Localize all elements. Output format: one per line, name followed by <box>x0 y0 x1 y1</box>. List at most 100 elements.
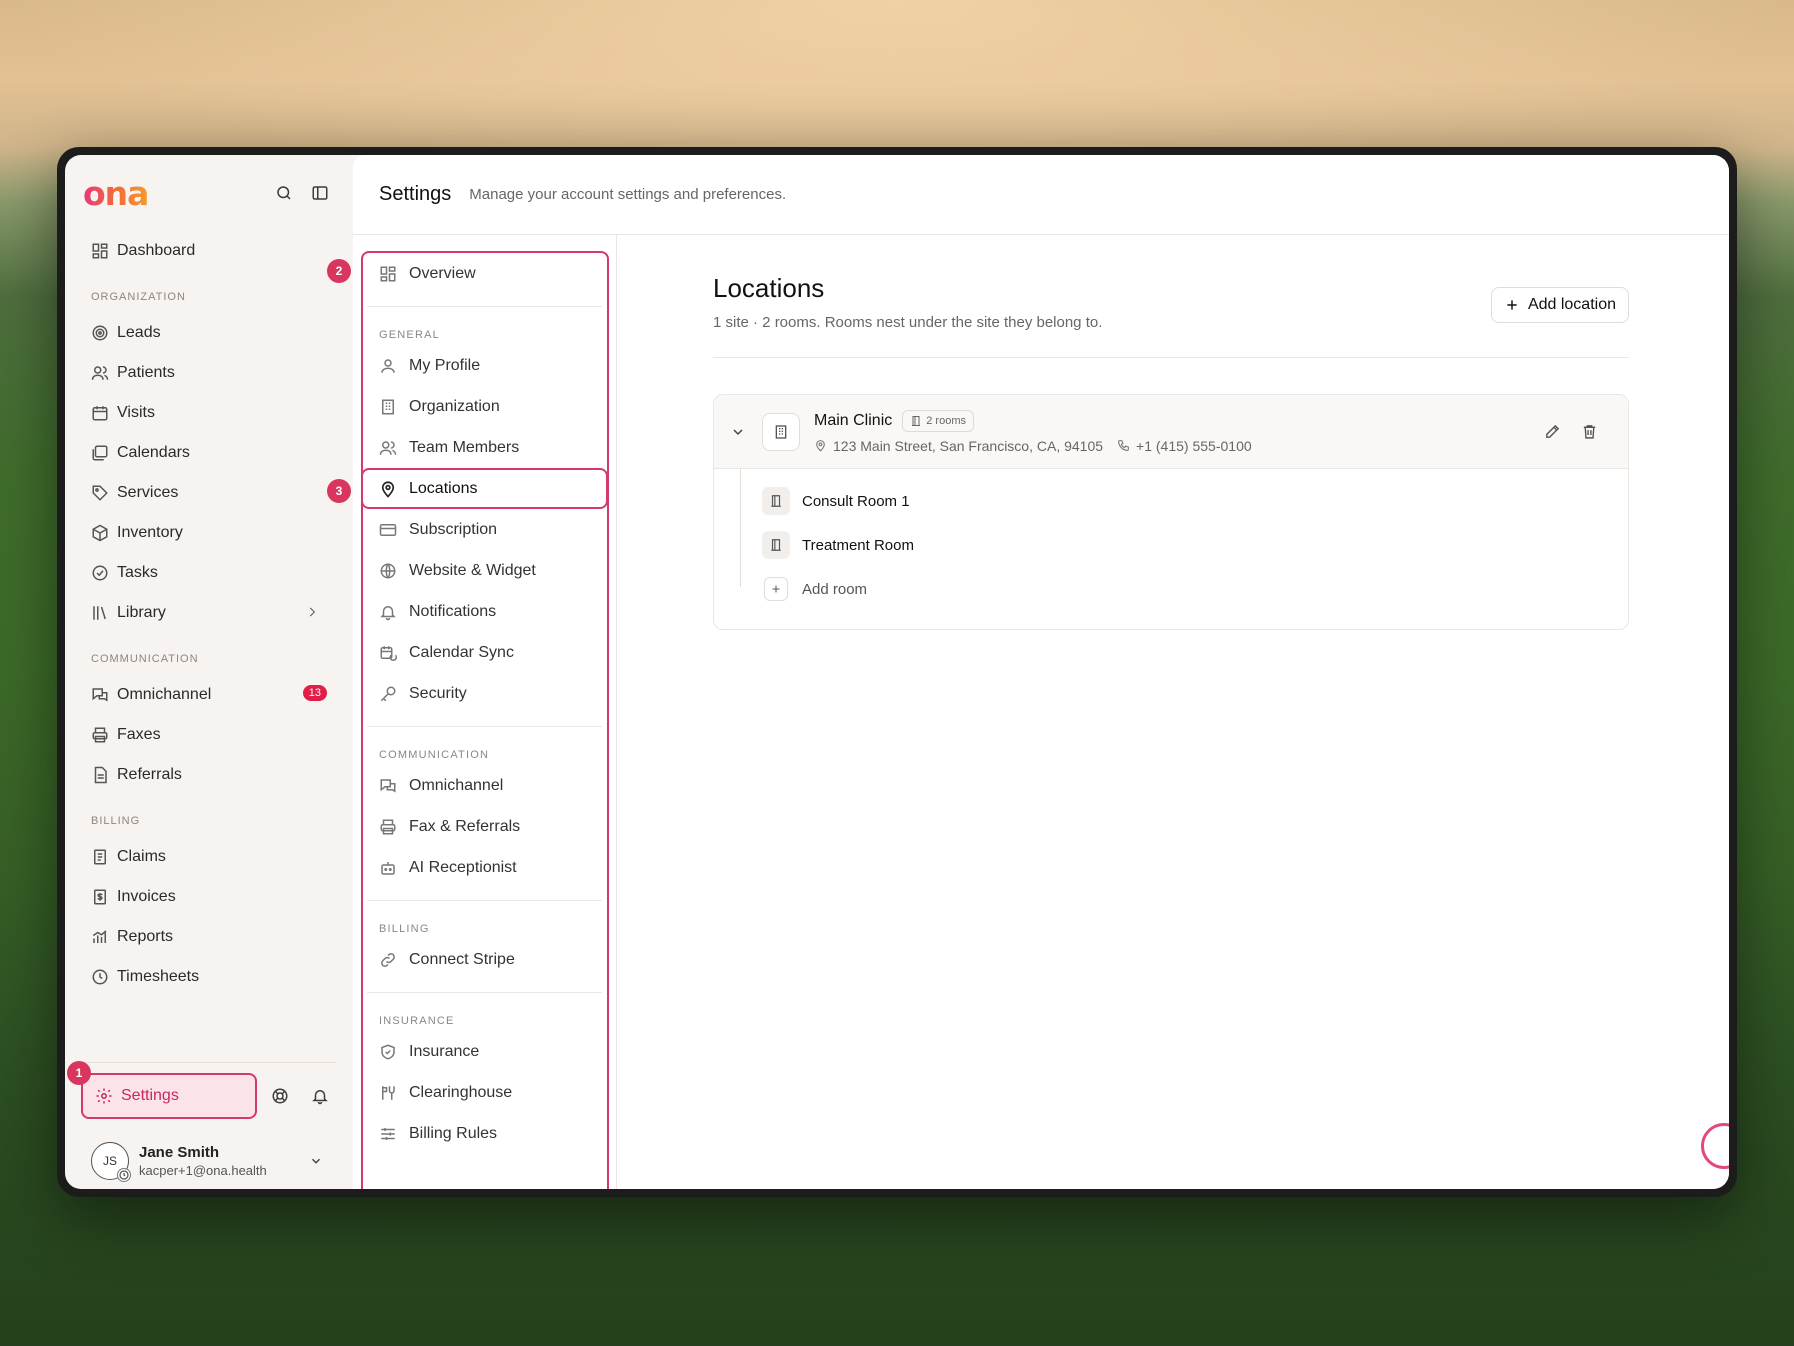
room-item[interactable]: Treatment Room <box>714 523 1628 567</box>
door-icon <box>910 415 922 427</box>
locations-header: Locations 1 site · 2 rooms. Rooms nest u… <box>713 273 1629 358</box>
room-item[interactable]: Consult Room 1 <box>714 479 1628 523</box>
settings-nav-label: Subscription <box>409 520 498 538</box>
settings-nav-subscription[interactable]: Subscription <box>367 509 602 550</box>
nav-item-leads[interactable]: Leads <box>81 313 337 353</box>
nav-label: Timesheets <box>117 968 200 985</box>
invoice-icon <box>91 888 109 906</box>
settings-nav-label: Security <box>409 684 467 702</box>
settings-nav-locations[interactable]: Locations <box>361 468 608 509</box>
door-icon <box>762 531 790 559</box>
nav-section-communication: COMMUNICATION <box>91 653 199 665</box>
status-clock-icon <box>117 1168 131 1182</box>
settings-body: Overview GENERAL My Profile Organization <box>353 235 1729 1189</box>
nav-item-services[interactable]: Services <box>81 473 337 513</box>
settings-nav-fax-referrals[interactable]: Fax & Referrals <box>367 806 602 847</box>
add-room-button[interactable]: Add room <box>714 567 1628 611</box>
settings-nav-ai-receptionist[interactable]: AI Receptionist <box>367 847 602 888</box>
trash-icon[interactable] <box>1581 423 1598 440</box>
nav-item-invoices[interactable]: Invoices <box>81 877 337 917</box>
location-card: Main Clinic 2 rooms 123 Main Street, San… <box>713 394 1629 630</box>
step-marker-2: 2 <box>327 259 351 283</box>
ona-logo[interactable]: ona <box>83 174 149 213</box>
building-icon <box>379 398 397 416</box>
building-icon <box>762 412 800 451</box>
search-icon[interactable] <box>275 184 293 202</box>
robot-icon <box>379 859 397 877</box>
gear-icon <box>95 1087 113 1105</box>
page-subtitle: Manage your account settings and prefere… <box>469 186 787 203</box>
chevron-down-icon[interactable] <box>309 1154 323 1168</box>
shield-icon <box>379 1043 397 1061</box>
add-location-label: Add location <box>1527 296 1616 313</box>
settings-nav-security[interactable]: Security <box>367 673 602 714</box>
overview-icon <box>379 265 397 283</box>
nav-section-organization: ORGANIZATION <box>91 291 186 303</box>
bell-icon[interactable] <box>311 1087 329 1105</box>
nav-label: Faxes <box>117 726 161 743</box>
nav-item-visits[interactable]: Visits <box>81 393 337 433</box>
sidebar-toggle-icon[interactable] <box>311 184 329 202</box>
app-shell: ona Dashboard ORGANIZATION Leads Patient… <box>65 155 1729 1189</box>
user-icon <box>379 357 397 375</box>
nav-item-reports[interactable]: Reports <box>81 917 337 957</box>
room-name: Treatment Room <box>802 536 914 554</box>
key-icon <box>379 685 397 703</box>
rooms-list: Consult Room 1 Treatment Room Add room <box>714 469 1628 629</box>
check-circle-icon <box>91 564 109 582</box>
nav-item-faxes[interactable]: Faxes <box>81 715 337 755</box>
nav-item-dashboard[interactable]: Dashboard <box>81 231 337 271</box>
add-location-button[interactable]: Add location <box>1490 287 1629 323</box>
nav-item-calendars[interactable]: Calendars <box>81 433 337 473</box>
settings-nav-label: Overview <box>409 264 476 282</box>
settings-nav-billing-rules[interactable]: Billing Rules <box>367 1113 602 1154</box>
phone-icon <box>1117 439 1130 452</box>
nav-item-timesheets[interactable]: Timesheets <box>81 957 337 997</box>
support-chat-button[interactable] <box>1701 1123 1729 1169</box>
sidebar-bottom: 1 Settings JS Jane Smith kacper+1@ona.he… <box>65 1061 353 1189</box>
settings-nav-connect-stripe[interactable]: Connect Stripe <box>367 939 602 980</box>
team-icon <box>379 439 397 457</box>
settings-nav-clearinghouse[interactable]: Clearinghouse <box>367 1072 602 1113</box>
settings-nav-overview[interactable]: Overview <box>367 253 602 294</box>
calendars-icon <box>91 444 109 462</box>
main-panel: Settings Manage your account settings an… <box>353 155 1729 1189</box>
clock-icon <box>91 968 109 986</box>
settings-button[interactable]: Settings <box>81 1073 257 1119</box>
nav-item-omnichannel[interactable]: Omnichannel 13 <box>81 675 337 715</box>
nav-item-inventory[interactable]: Inventory <box>81 513 337 553</box>
settings-nav: Overview GENERAL My Profile Organization <box>353 235 617 1189</box>
chevron-down-icon[interactable] <box>730 424 746 440</box>
settings-nav-calendar-sync[interactable]: Calendar Sync <box>367 632 602 673</box>
nav-label: Reports <box>117 928 174 945</box>
settings-label: Settings <box>121 1087 179 1104</box>
app-window: ona Dashboard ORGANIZATION Leads Patient… <box>57 147 1737 1197</box>
user-name: Jane Smith <box>139 1144 220 1161</box>
help-lifebuoy-icon[interactable] <box>271 1087 289 1105</box>
nav-label: Tasks <box>117 564 158 581</box>
box-icon <box>91 524 109 542</box>
dashboard-icon <box>91 242 109 260</box>
nav-label: Referrals <box>117 766 182 783</box>
logo-row: ona <box>83 173 337 213</box>
settings-nav-label: Organization <box>409 397 500 415</box>
user-menu[interactable]: JS Jane Smith kacper+1@ona.health <box>81 1133 337 1189</box>
settings-nav-insurance[interactable]: Insurance <box>367 1031 602 1072</box>
user-email: kacper+1@ona.health <box>139 1163 267 1178</box>
settings-nav-label: Billing Rules <box>409 1124 498 1142</box>
settings-nav-notifications[interactable]: Notifications <box>367 591 602 632</box>
edit-pencil-icon[interactable] <box>1544 423 1561 440</box>
nav-item-referrals[interactable]: Referrals <box>81 755 337 795</box>
nav-item-patients[interactable]: Patients <box>81 353 337 393</box>
nav-item-library[interactable]: Library <box>81 593 337 633</box>
nav-item-tasks[interactable]: Tasks <box>81 553 337 593</box>
settings-nav-website-widget[interactable]: Website & Widget <box>367 550 602 591</box>
settings-nav-organization[interactable]: Organization <box>367 386 602 427</box>
credit-card-icon <box>379 521 397 539</box>
plus-icon <box>1504 297 1520 313</box>
settings-nav-my-profile[interactable]: My Profile <box>367 345 602 386</box>
nav-label: Calendars <box>117 444 190 461</box>
nav-item-claims[interactable]: Claims <box>81 837 337 877</box>
settings-nav-omnichannel[interactable]: Omnichannel <box>367 765 602 806</box>
settings-nav-team-members[interactable]: Team Members <box>367 427 602 468</box>
